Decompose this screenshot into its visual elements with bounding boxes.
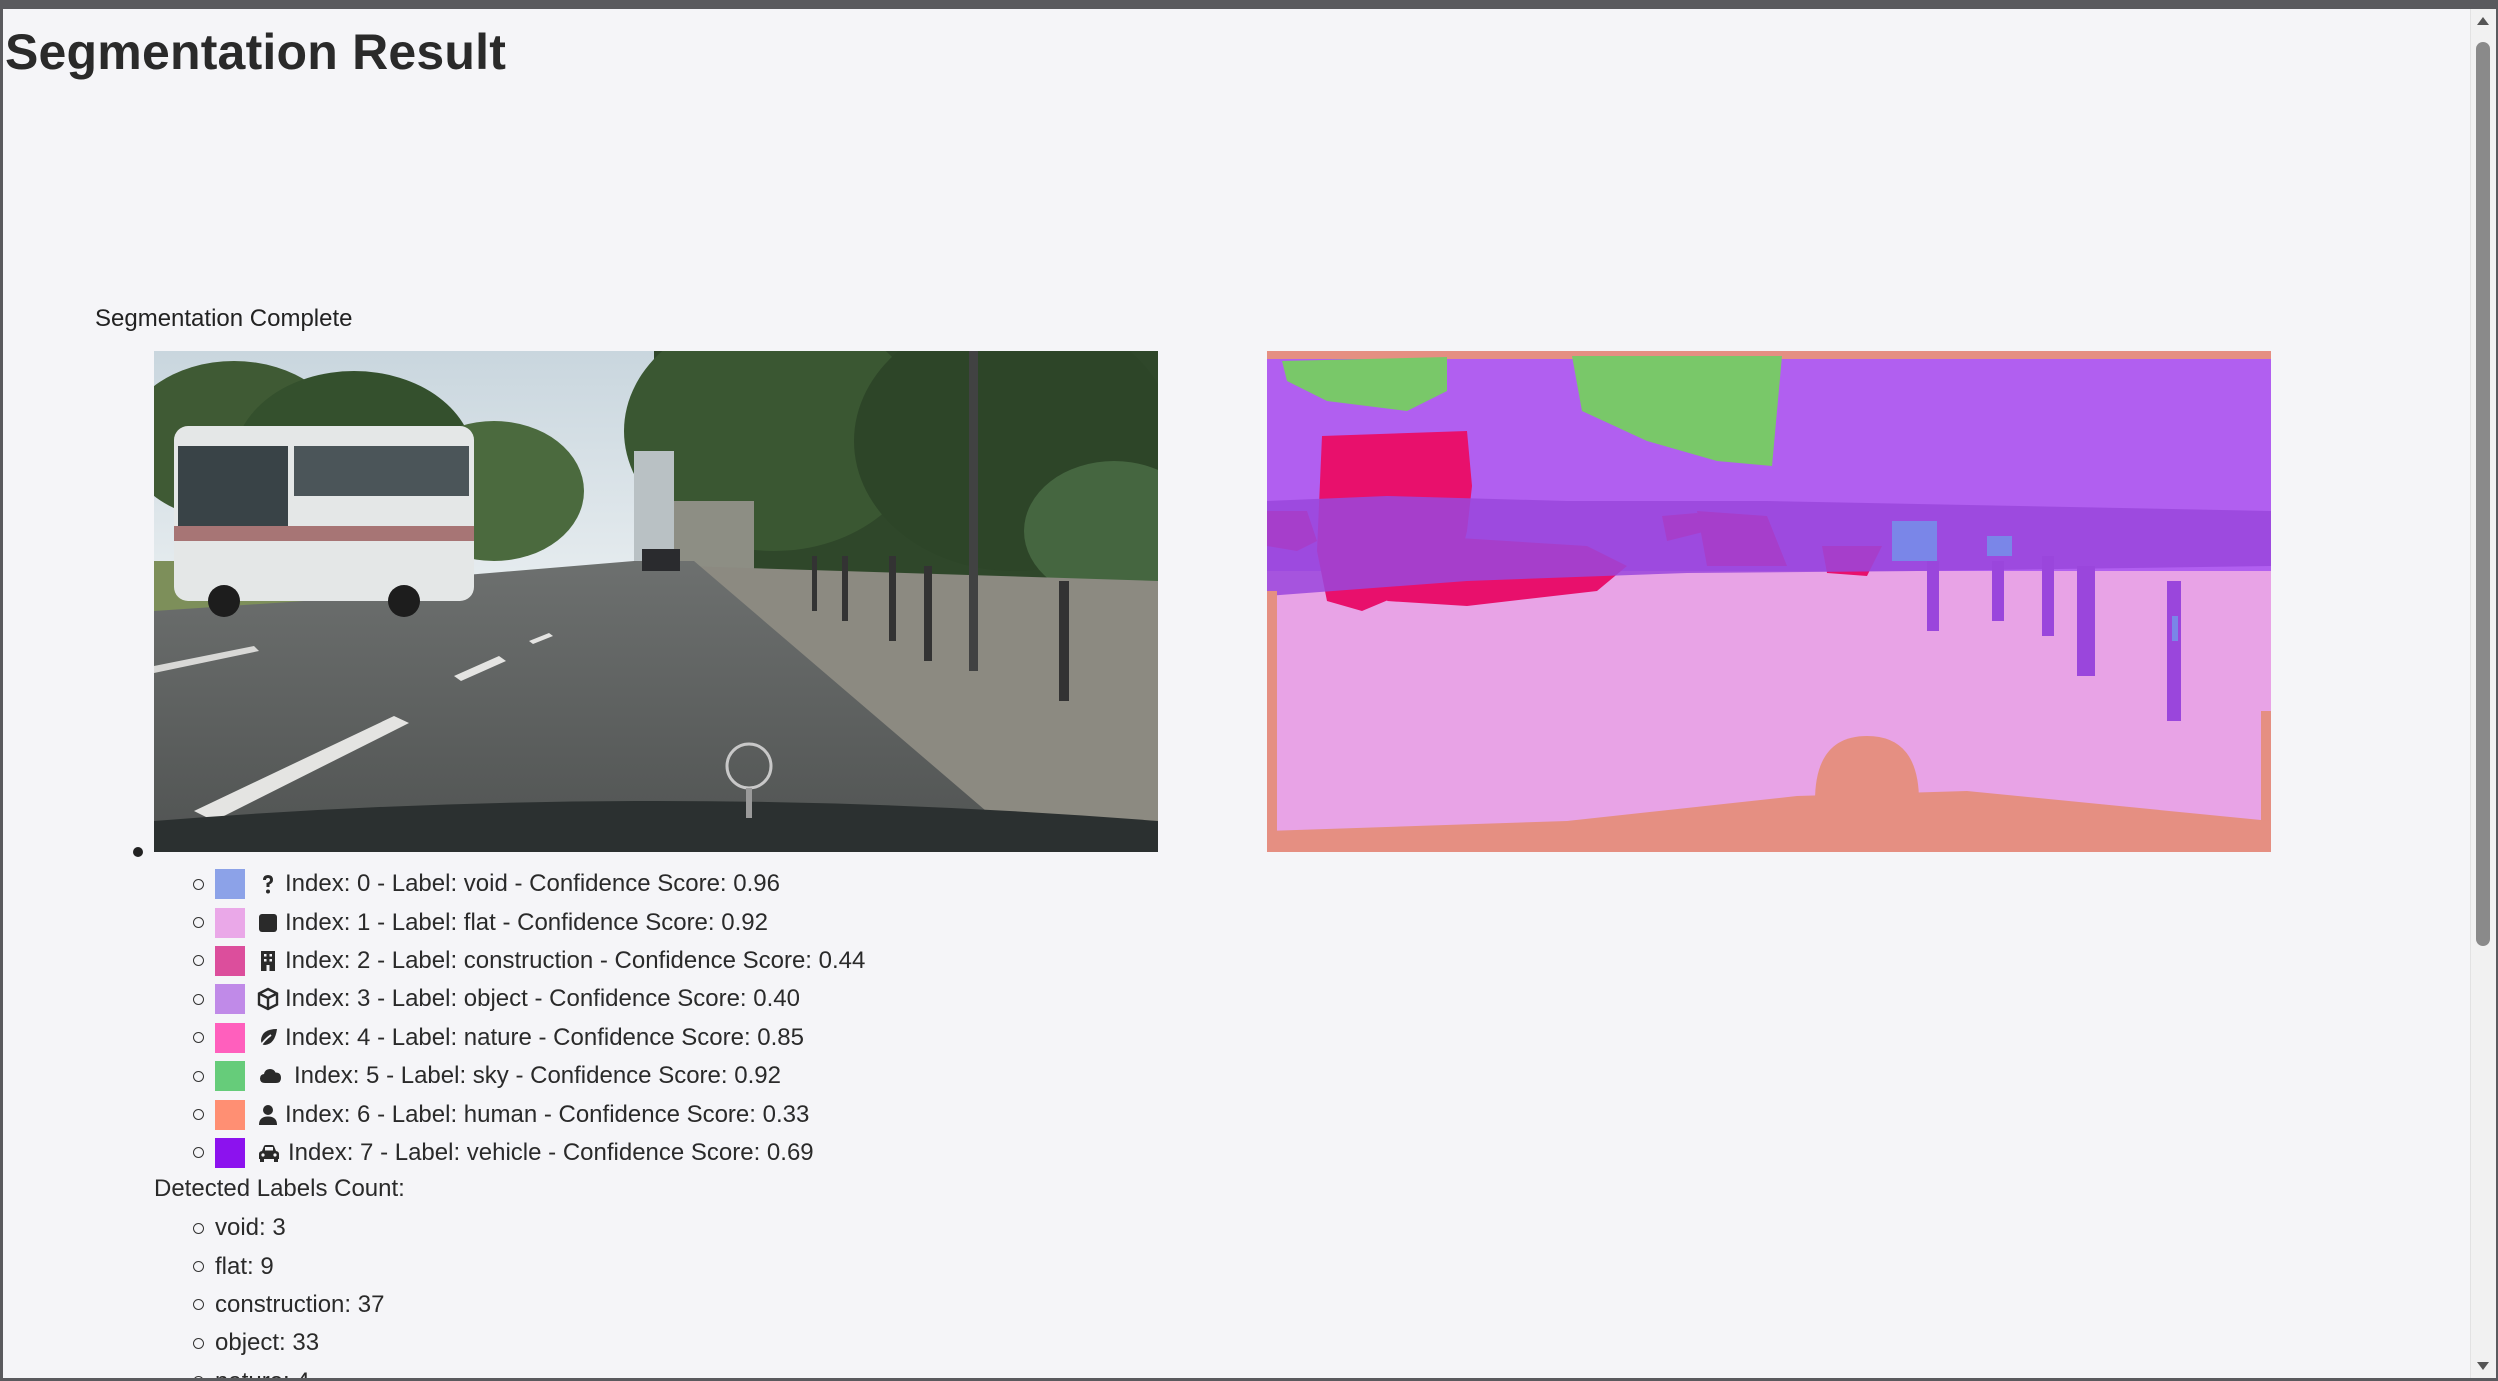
cube-icon	[257, 988, 279, 1011]
list-bullet	[193, 955, 204, 967]
list-bullet	[133, 847, 143, 857]
list-bullet	[193, 1261, 204, 1273]
color-swatch	[215, 1061, 245, 1092]
browser-viewport: Segmentation Result Segmentation Complet…	[3, 9, 2470, 1378]
count-item: construction: 37	[3, 1286, 803, 1324]
color-swatch	[215, 1022, 245, 1053]
legend-item-text: Index: 3 - Label: object - Confidence Sc…	[285, 985, 800, 1013]
list-bullet	[193, 1032, 204, 1044]
scroll-down-arrow-icon[interactable]	[2477, 1362, 2489, 1370]
list-bullet	[193, 1376, 204, 1378]
color-swatch	[215, 869, 245, 900]
legend-item-text: Index: 2 - Label: construction - Confide…	[285, 946, 866, 974]
color-swatch	[215, 907, 245, 938]
car-icon	[259, 1144, 279, 1162]
legend-item: Index: 5 - Label: sky - Confidence Score…	[3, 1057, 1203, 1095]
legend-item-text: Index: 6 - Label: human - Confidence Sco…	[285, 1100, 810, 1128]
list-bullet	[193, 1299, 204, 1311]
page-title: Segmentation Result	[5, 24, 507, 80]
original-image	[154, 351, 1158, 852]
legend-item-text: Index: 5 - Label: sky - Confidence Score…	[294, 1062, 781, 1090]
list-bullet	[193, 993, 204, 1005]
list-bullet	[193, 878, 204, 890]
count-item-text: object: 33	[215, 1329, 320, 1357]
legend-item-text: Index: 0 - Label: void - Confidence Scor…	[285, 870, 780, 898]
leaf-icon	[258, 1028, 277, 1049]
label-count-list: void: 3 flat: 9 construction: 37 object:…	[3, 1209, 803, 1378]
vertical-scrollbar[interactable]	[2470, 9, 2496, 1378]
count-item: object: 33	[3, 1324, 803, 1362]
legend-item: Index: 3 - Label: object - Confidence Sc…	[3, 980, 1203, 1018]
legend-item: Index: 4 - Label: nature - Confidence Sc…	[3, 1019, 1203, 1057]
legend-item: Index: 6 - Label: human - Confidence Sco…	[3, 1095, 1203, 1133]
legend-item: Index: 0 - Label: void - Confidence Scor…	[3, 865, 1203, 903]
building-icon	[261, 950, 275, 971]
count-item-text: flat: 9	[215, 1252, 274, 1280]
legend-item: Index: 2 - Label: construction - Confide…	[3, 942, 1203, 980]
cloud-icon	[260, 1069, 281, 1084]
scroll-up-arrow-icon[interactable]	[2477, 17, 2489, 25]
status-text: Segmentation Complete	[95, 305, 353, 332]
question-icon	[263, 875, 273, 894]
color-swatch	[215, 984, 245, 1015]
legend-item: Index: 1 - Label: flat - Confidence Scor…	[3, 903, 1203, 941]
person-icon	[259, 1104, 277, 1125]
legend-item: Index: 7 - Label: vehicle - Confidence S…	[3, 1134, 1203, 1172]
list-bullet	[193, 1337, 204, 1349]
color-swatch	[215, 1099, 245, 1130]
legend-item-text: Index: 4 - Label: nature - Confidence Sc…	[285, 1023, 804, 1051]
count-item-text: void: 3	[215, 1214, 286, 1242]
color-swatch	[215, 1137, 245, 1168]
list-bullet	[193, 917, 204, 929]
legend-item-text: Index: 7 - Label: vehicle - Confidence S…	[288, 1138, 814, 1166]
segmentation-mask-image	[1267, 351, 2271, 852]
legend-item-text: Index: 1 - Label: flat - Confidence Scor…	[285, 908, 768, 936]
list-bullet	[193, 1070, 204, 1082]
square-icon	[259, 913, 277, 932]
list-bullet	[193, 1109, 204, 1121]
label-count-heading: Detected Labels Count:	[154, 1175, 405, 1202]
count-item: flat: 9	[3, 1247, 803, 1285]
list-bullet	[193, 1147, 204, 1159]
list-bullet	[193, 1222, 204, 1234]
count-item: nature: 4	[3, 1363, 803, 1378]
color-swatch	[215, 945, 245, 976]
count-item-text: nature: 4	[215, 1368, 310, 1378]
count-item-text: construction: 37	[215, 1290, 385, 1318]
label-legend-list: Index: 0 - Label: void - Confidence Scor…	[3, 865, 1203, 1172]
scrollbar-thumb[interactable]	[2476, 42, 2490, 946]
count-item: void: 3	[3, 1209, 803, 1247]
